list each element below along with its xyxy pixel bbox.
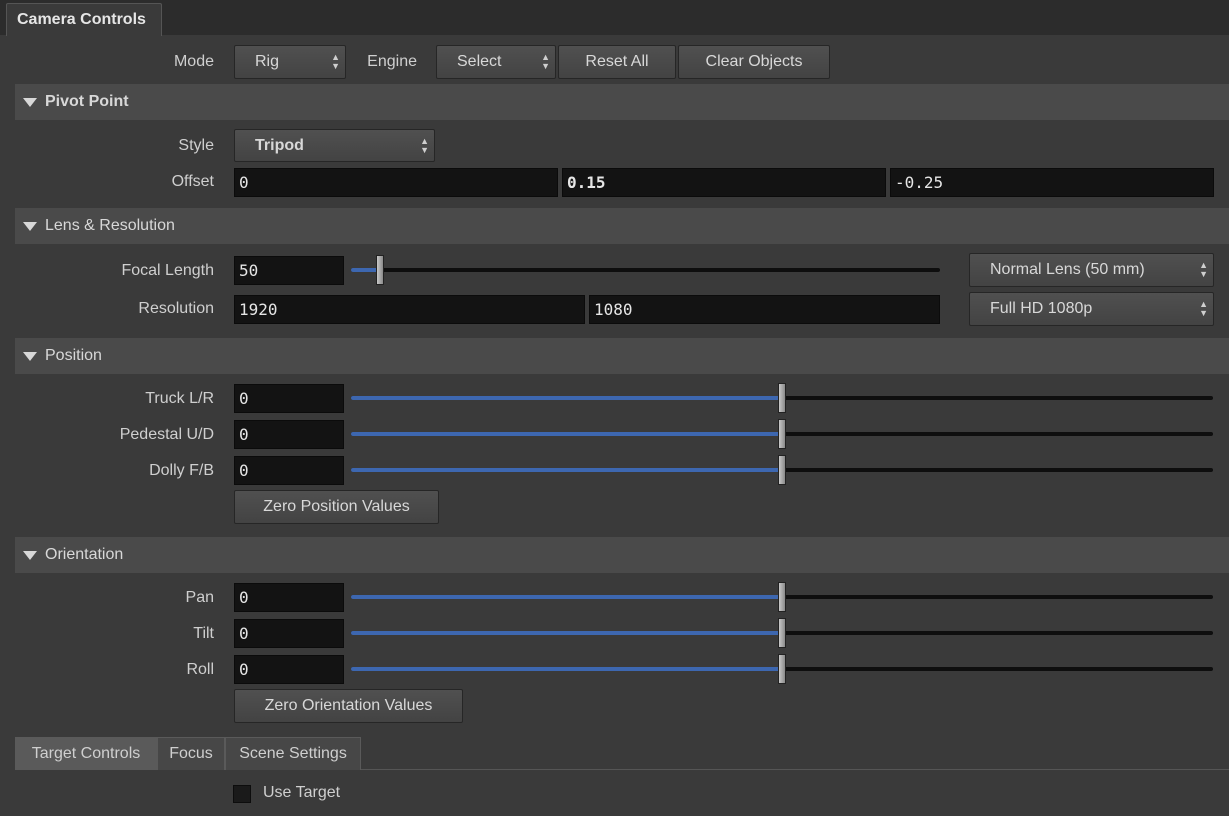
- updown-arrows-icon: ▲ ▼: [1199, 299, 1208, 318]
- offset-x-field[interactable]: 0: [234, 168, 558, 197]
- tab-strip: [0, 0, 1229, 35]
- pedestal-slider-handle[interactable]: [778, 419, 786, 449]
- section-title: Lens & Resolution: [45, 217, 175, 234]
- slider-fill: [351, 595, 782, 599]
- pedestal-label: Pedestal U/D: [119, 426, 214, 443]
- tilt-slider-handle[interactable]: [778, 618, 786, 648]
- tab-scene-settings[interactable]: Scene Settings: [225, 737, 361, 770]
- resolution-width-field[interactable]: 1920: [234, 295, 585, 324]
- roll-slider-handle[interactable]: [778, 654, 786, 684]
- roll-field[interactable]: 0: [234, 655, 344, 684]
- tab-camera-controls[interactable]: Camera Controls: [6, 3, 162, 36]
- focal-length-slider-handle[interactable]: [376, 255, 384, 285]
- updown-arrows-icon: ▲ ▼: [1199, 260, 1208, 279]
- section-position[interactable]: Position: [15, 338, 1229, 374]
- slider-fill: [351, 631, 782, 635]
- offset-y-field[interactable]: 0.15: [562, 168, 886, 197]
- slider-fill: [351, 432, 782, 436]
- mode-value: Rig: [255, 53, 280, 70]
- resolution-preset-dropdown[interactable]: Full HD 1080p ▲ ▼: [969, 292, 1214, 326]
- triangle-down-icon: [23, 98, 37, 107]
- roll-label: Roll: [186, 661, 214, 678]
- use-target-checkbox[interactable]: [233, 785, 251, 803]
- dolly-slider-handle[interactable]: [778, 455, 786, 485]
- slider-fill: [351, 468, 782, 472]
- pedestal-field[interactable]: 0: [234, 420, 344, 449]
- pan-slider-handle[interactable]: [778, 582, 786, 612]
- resolution-height-field[interactable]: 1080: [589, 295, 940, 324]
- tab-target-controls[interactable]: Target Controls: [15, 737, 157, 770]
- tilt-label: Tilt: [193, 625, 214, 642]
- dolly-label: Dolly F/B: [149, 462, 214, 479]
- truck-label: Truck L/R: [145, 390, 214, 407]
- dolly-field[interactable]: 0: [234, 456, 344, 485]
- truck-field[interactable]: 0: [234, 384, 344, 413]
- zero-orientation-button[interactable]: Zero Orientation Values: [234, 689, 463, 723]
- focal-length-label: Focal Length: [121, 262, 214, 279]
- triangle-down-icon: [23, 352, 37, 361]
- updown-arrows-icon: ▲ ▼: [420, 136, 429, 155]
- slider-fill: [351, 396, 782, 400]
- engine-dropdown[interactable]: Select ▲ ▼: [436, 45, 556, 79]
- section-title: Pivot Point: [45, 93, 129, 110]
- style-dropdown[interactable]: Tripod ▲ ▼: [234, 129, 435, 162]
- resolution-preset-value: Full HD 1080p: [990, 300, 1093, 317]
- tab-focus[interactable]: Focus: [157, 737, 225, 770]
- updown-arrows-icon: ▲ ▼: [331, 52, 340, 71]
- updown-arrows-icon: ▲ ▼: [541, 52, 550, 71]
- lens-preset-dropdown[interactable]: Normal Lens (50 mm) ▲ ▼: [969, 253, 1214, 287]
- section-orientation[interactable]: Orientation: [15, 537, 1229, 573]
- pan-label: Pan: [185, 589, 214, 606]
- resolution-label: Resolution: [138, 300, 214, 317]
- clear-objects-button[interactable]: Clear Objects: [678, 45, 830, 79]
- style-value: Tripod: [255, 137, 304, 154]
- zero-position-button[interactable]: Zero Position Values: [234, 490, 439, 524]
- section-title: Position: [45, 347, 102, 364]
- engine-label: Engine: [367, 53, 417, 70]
- triangle-down-icon: [23, 222, 37, 231]
- section-lens-resolution[interactable]: Lens & Resolution: [15, 208, 1229, 244]
- truck-slider-handle[interactable]: [778, 383, 786, 413]
- focal-length-slider[interactable]: [351, 268, 940, 272]
- offset-label: Offset: [171, 173, 214, 190]
- section-pivot-point[interactable]: Pivot Point: [15, 84, 1229, 120]
- engine-value: Select: [457, 53, 502, 70]
- tilt-field[interactable]: 0: [234, 619, 344, 648]
- pan-field[interactable]: 0: [234, 583, 344, 612]
- style-label: Style: [178, 137, 214, 154]
- offset-z-field[interactable]: -0.25: [890, 168, 1214, 197]
- reset-all-button[interactable]: Reset All: [558, 45, 676, 79]
- focal-length-field[interactable]: 50: [234, 256, 344, 285]
- section-title: Orientation: [45, 546, 124, 563]
- mode-dropdown[interactable]: Rig ▲ ▼: [234, 45, 346, 79]
- triangle-down-icon: [23, 551, 37, 560]
- lens-preset-value: Normal Lens (50 mm): [990, 261, 1145, 278]
- mode-label: Mode: [173, 53, 214, 70]
- slider-fill: [351, 667, 782, 671]
- use-target-label: Use Target: [263, 784, 341, 801]
